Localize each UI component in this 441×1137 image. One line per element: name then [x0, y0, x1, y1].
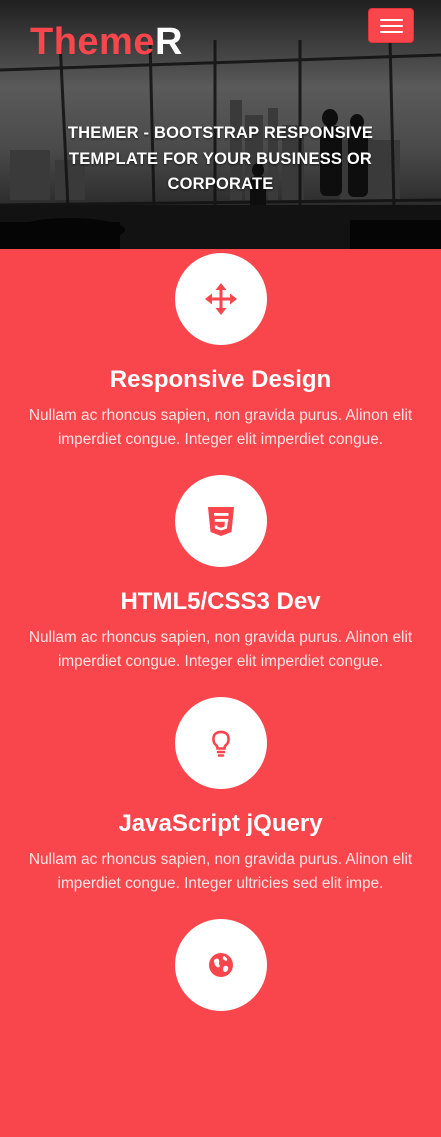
brand-text-end: R: [154, 21, 183, 63]
brand-text-main: Theme: [30, 21, 155, 63]
feature-title: JavaScript jQuery: [118, 810, 323, 837]
feature-icon-circle: [175, 475, 267, 567]
menu-toggle-button[interactable]: [368, 8, 414, 43]
brand-logo[interactable]: ThemeR: [30, 20, 183, 64]
feature-item: [0, 915, 441, 1137]
feature-description: Nullam ac rhoncus sapien, non gravida pu…: [28, 629, 413, 670]
hamburger-menu-icon: [380, 25, 403, 27]
feature-icon-circle: [175, 697, 267, 789]
hamburger-menu-icon: [380, 31, 403, 33]
feature-item: HTML5/CSS3 Dev Nullam ac rhoncus sapien,…: [0, 471, 441, 693]
feature-title: HTML5/CSS3 Dev: [120, 588, 321, 615]
feature-item: Responsive Design Nullam ac rhoncus sapi…: [0, 249, 441, 471]
hamburger-menu-icon: [380, 19, 403, 21]
feature-title: Responsive Design: [109, 366, 332, 393]
hero-section: ThemeR THEMER - BOOTSTRAP RESPONSIVE TEM…: [0, 0, 441, 249]
feature-item: JavaScript jQuery Nullam ac rhoncus sapi…: [0, 693, 441, 915]
feature-description: Nullam ac rhoncus sapien, non gravida pu…: [28, 851, 413, 892]
css3-icon: [208, 507, 234, 536]
features-section: Responsive Design Nullam ac rhoncus sapi…: [0, 249, 441, 1137]
hero-title: THEMER - BOOTSTRAP RESPONSIVE TEMPLATE F…: [67, 124, 374, 193]
feature-description: Nullam ac rhoncus sapien, non gravida pu…: [28, 407, 413, 448]
globe-icon: [209, 953, 233, 977]
feature-icon-circle: [175, 253, 267, 345]
lightbulb-icon: [212, 730, 230, 757]
navbar: ThemeR: [0, 0, 441, 84]
move-arrows-icon: [205, 283, 237, 315]
feature-icon-circle: [175, 919, 267, 1011]
